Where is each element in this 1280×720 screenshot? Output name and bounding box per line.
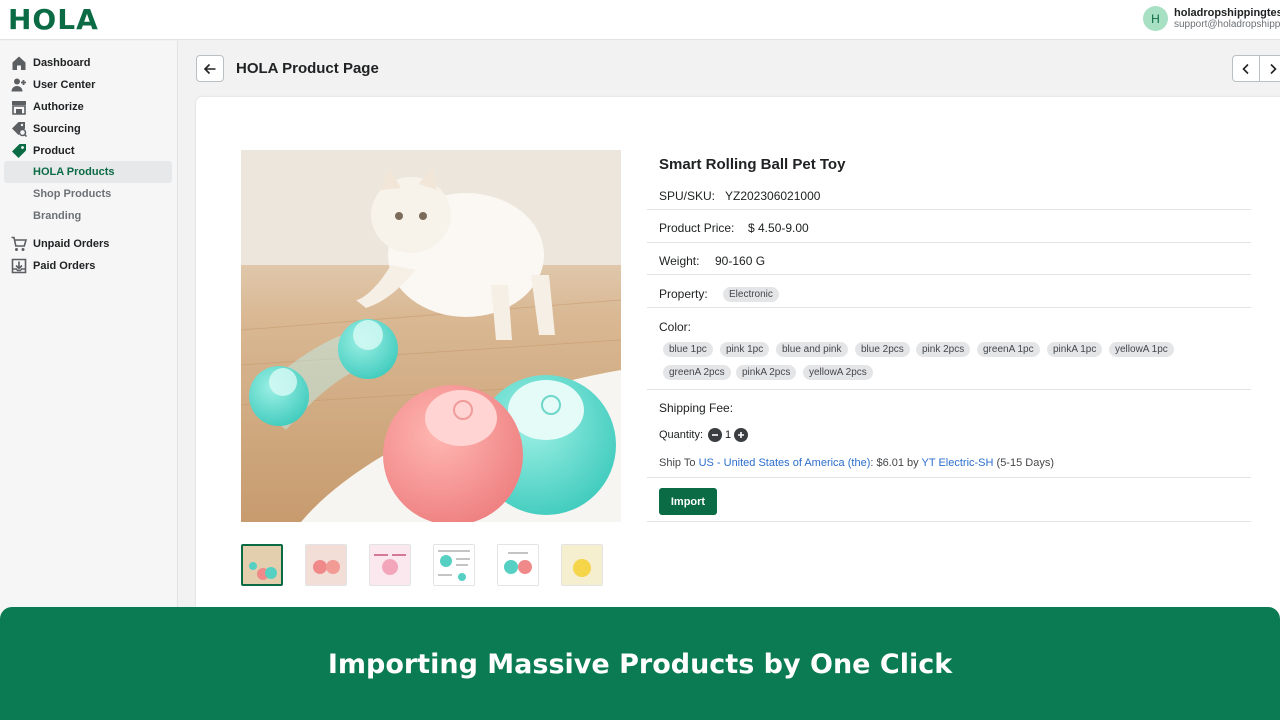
quantity-decrease-button[interactable] bbox=[708, 428, 722, 442]
sidebar-subitem-branding[interactable]: Branding bbox=[0, 205, 178, 227]
store-icon bbox=[12, 101, 26, 115]
ship-to-line: Ship To US - United States of America (t… bbox=[659, 456, 1054, 470]
color-option[interactable]: pinkA 2pcs bbox=[736, 365, 797, 380]
promo-banner: Importing Massive Products by One Click bbox=[0, 607, 1280, 720]
user-add-icon bbox=[11, 78, 26, 92]
sidebar-item-product[interactable]: Product bbox=[0, 140, 178, 162]
sku-label: SPU/SKU: bbox=[659, 189, 716, 203]
sidebar-item-label: User Center bbox=[33, 79, 96, 91]
color-option[interactable]: pinkA 1pc bbox=[1047, 342, 1103, 357]
tag-icon bbox=[12, 144, 26, 158]
thumbnail[interactable] bbox=[497, 544, 539, 586]
sidebar-item-paid-orders[interactable]: Paid Orders bbox=[0, 255, 178, 277]
color-option[interactable]: yellowA 2pcs bbox=[803, 365, 873, 380]
user-menu[interactable]: H holadropshippingtest support@holadrops… bbox=[1143, 6, 1280, 31]
sidebar-subitem-shop-products[interactable]: Shop Products bbox=[0, 183, 178, 205]
sidebar-subitem-label: HOLA Products bbox=[33, 166, 115, 178]
ship-country-link[interactable]: US - United States of America (the) bbox=[699, 457, 871, 469]
logo-text: HOLA bbox=[8, 3, 99, 36]
top-bar: HOLA H holadropshippingtest support@hola… bbox=[0, 0, 1280, 40]
search-tag-icon bbox=[12, 122, 27, 137]
property-row: Property: Electronic bbox=[647, 275, 1251, 308]
property-tag: Electronic bbox=[723, 287, 779, 302]
price-row: Product Price: $ 4.50-9.00 bbox=[647, 210, 1251, 243]
arrow-left-icon bbox=[203, 63, 216, 74]
sidebar-item-unpaid-orders[interactable]: Unpaid Orders bbox=[0, 233, 178, 255]
quantity-increase-button[interactable] bbox=[734, 428, 748, 442]
sidebar-item-label: Sourcing bbox=[33, 123, 81, 135]
quantity-value[interactable]: 1 bbox=[725, 428, 731, 442]
chevron-right-icon bbox=[1270, 63, 1277, 74]
color-option[interactable]: yellowA 1pc bbox=[1109, 342, 1174, 357]
back-button[interactable] bbox=[196, 55, 224, 82]
import-row: Import bbox=[647, 478, 1251, 522]
sku-row: SPU/SKU: YZ202306021000 bbox=[647, 180, 1251, 210]
color-option[interactable]: greenA 2pcs bbox=[663, 365, 731, 380]
download-box-icon bbox=[11, 258, 27, 274]
sidebar-item-sourcing[interactable]: Sourcing bbox=[0, 118, 178, 140]
color-row: Color: blue 1pc pink 1pc blue and pink b… bbox=[647, 308, 1251, 390]
user-name: holadropshippingtest bbox=[1174, 6, 1280, 19]
sidebar-subitem-hola-products[interactable]: HOLA Products bbox=[0, 161, 178, 183]
sidebar-item-label: Dashboard bbox=[33, 57, 91, 69]
product-main-image[interactable] bbox=[241, 150, 621, 522]
color-label: Color: bbox=[659, 320, 692, 334]
sidebar-item-user-center[interactable]: User Center bbox=[0, 74, 178, 96]
color-option[interactable]: blue 2pcs bbox=[855, 342, 910, 357]
weight-row: Weight: 90-160 G bbox=[647, 243, 1251, 275]
banner-text: Importing Massive Products by One Click bbox=[327, 649, 953, 680]
sidebar-subitem-label: Branding bbox=[33, 210, 82, 222]
color-option[interactable]: pink 2pcs bbox=[916, 342, 971, 357]
cart-icon bbox=[11, 236, 27, 251]
pet-toy-photo bbox=[241, 150, 621, 522]
chevron-left-icon bbox=[1242, 63, 1249, 74]
quantity-label: Quantity: bbox=[659, 429, 704, 441]
property-label: Property: bbox=[659, 287, 708, 301]
user-email: support@holadropshipping bbox=[1174, 18, 1280, 30]
sidebar-item-label: Unpaid Orders bbox=[33, 238, 110, 250]
thumbnail[interactable] bbox=[305, 544, 347, 586]
minus-icon bbox=[712, 434, 718, 436]
color-option[interactable]: blue 1pc bbox=[663, 342, 713, 357]
ship-carrier-link[interactable]: YT Electric-SH bbox=[922, 457, 994, 469]
thumbnail[interactable] bbox=[561, 544, 603, 586]
sidebar: Dashboard User Center Authorize Sourcing… bbox=[0, 41, 178, 621]
hola-logo[interactable]: HOLA bbox=[8, 3, 99, 37]
sidebar-item-label: Product bbox=[33, 145, 75, 157]
thumbnail[interactable] bbox=[433, 544, 475, 586]
shipping-row: Shipping Fee: Quantity: 1 Ship To US - U… bbox=[647, 390, 1251, 478]
sku-value: YZ202306021000 bbox=[725, 189, 821, 203]
sidebar-item-label: Paid Orders bbox=[33, 260, 96, 272]
color-option[interactable]: pink 1pc bbox=[720, 342, 770, 357]
ship-price: : $6.01 by bbox=[870, 457, 919, 469]
previous-button[interactable] bbox=[1233, 56, 1260, 81]
home-icon bbox=[12, 56, 26, 70]
page-title: HOLA Product Page bbox=[236, 60, 379, 77]
ship-to-prefix: Ship To bbox=[659, 457, 696, 469]
sidebar-item-label: Authorize bbox=[33, 101, 84, 113]
sidebar-subitem-label: Shop Products bbox=[33, 188, 112, 200]
thumbnail[interactable] bbox=[369, 544, 411, 586]
product-title: Smart Rolling Ball Pet Toy bbox=[659, 156, 846, 173]
ship-days: (5-15 Days) bbox=[996, 457, 1054, 469]
avatar: H bbox=[1143, 6, 1168, 31]
next-button[interactable] bbox=[1260, 56, 1280, 81]
color-option[interactable]: greenA 1pc bbox=[977, 342, 1040, 357]
weight-value: 90-160 G bbox=[715, 254, 766, 268]
shipping-label: Shipping Fee: bbox=[659, 401, 734, 415]
color-option[interactable]: blue and pink bbox=[776, 342, 848, 357]
import-button[interactable]: Import bbox=[659, 488, 717, 515]
price-value: $ 4.50-9.00 bbox=[748, 221, 809, 235]
pagination bbox=[1232, 55, 1280, 82]
sidebar-item-authorize[interactable]: Authorize bbox=[0, 96, 178, 118]
sidebar-item-dashboard[interactable]: Dashboard bbox=[0, 52, 178, 74]
thumbnail[interactable] bbox=[241, 544, 283, 586]
weight-label: Weight: bbox=[659, 254, 700, 268]
price-label: Product Price: bbox=[659, 221, 735, 235]
plus-icon bbox=[738, 432, 744, 438]
